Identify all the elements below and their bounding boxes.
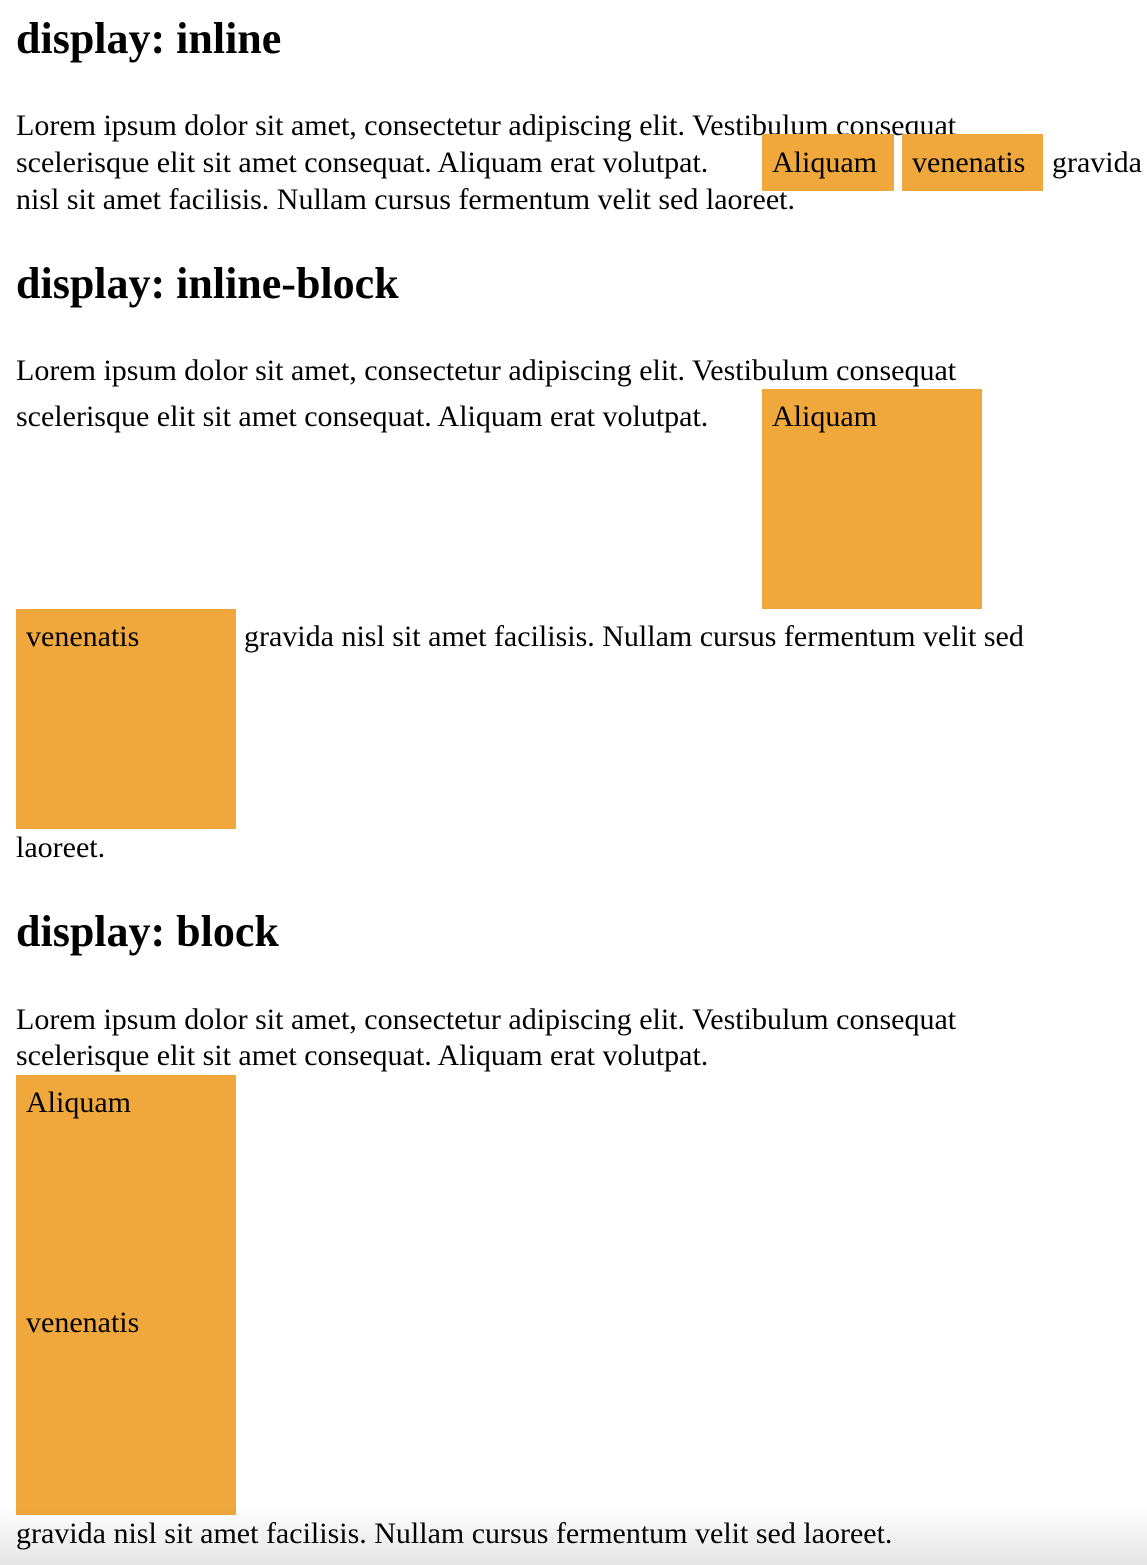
heading-display-inline-block: display: inline-block — [16, 259, 399, 308]
block-paragraph-line-1: Lorem ipsum dolor sit amet, consectetur … — [16, 1003, 957, 1036]
block-paragraph-line-after: gravida nisl sit amet facilisis. Nullam … — [16, 1517, 893, 1550]
inline-paragraph-line-2-end: gravida — [1052, 146, 1142, 179]
inline-box-venenatis: venenatis — [902, 134, 1043, 191]
heading-display-block: display: block — [16, 907, 279, 956]
inline-block-box-venenatis: venenatis — [16, 609, 236, 829]
inline-paragraph-line-2: scelerisque elit sit amet consequat. Ali… — [16, 146, 709, 179]
inline-block-paragraph-line-3: gravida nisl sit amet facilisis. Nullam … — [244, 620, 1024, 653]
inline-block-paragraph-line-4: laoreet. — [16, 831, 106, 864]
inline-block-paragraph-line-2: scelerisque elit sit amet consequat. Ali… — [16, 400, 709, 433]
inline-paragraph-line-3: nisl sit amet facilisis. Nullam cursus f… — [16, 183, 795, 216]
block-paragraph-line-2: scelerisque elit sit amet consequat. Ali… — [16, 1039, 709, 1072]
block-box-aliquam: Aliquam — [16, 1075, 236, 1295]
heading-display-inline: display: inline — [16, 14, 282, 63]
inline-block-box-aliquam: Aliquam — [762, 389, 982, 609]
block-box-venenatis: venenatis — [16, 1295, 236, 1515]
inline-block-paragraph-line-1: Lorem ipsum dolor sit amet, consectetur … — [16, 354, 957, 387]
